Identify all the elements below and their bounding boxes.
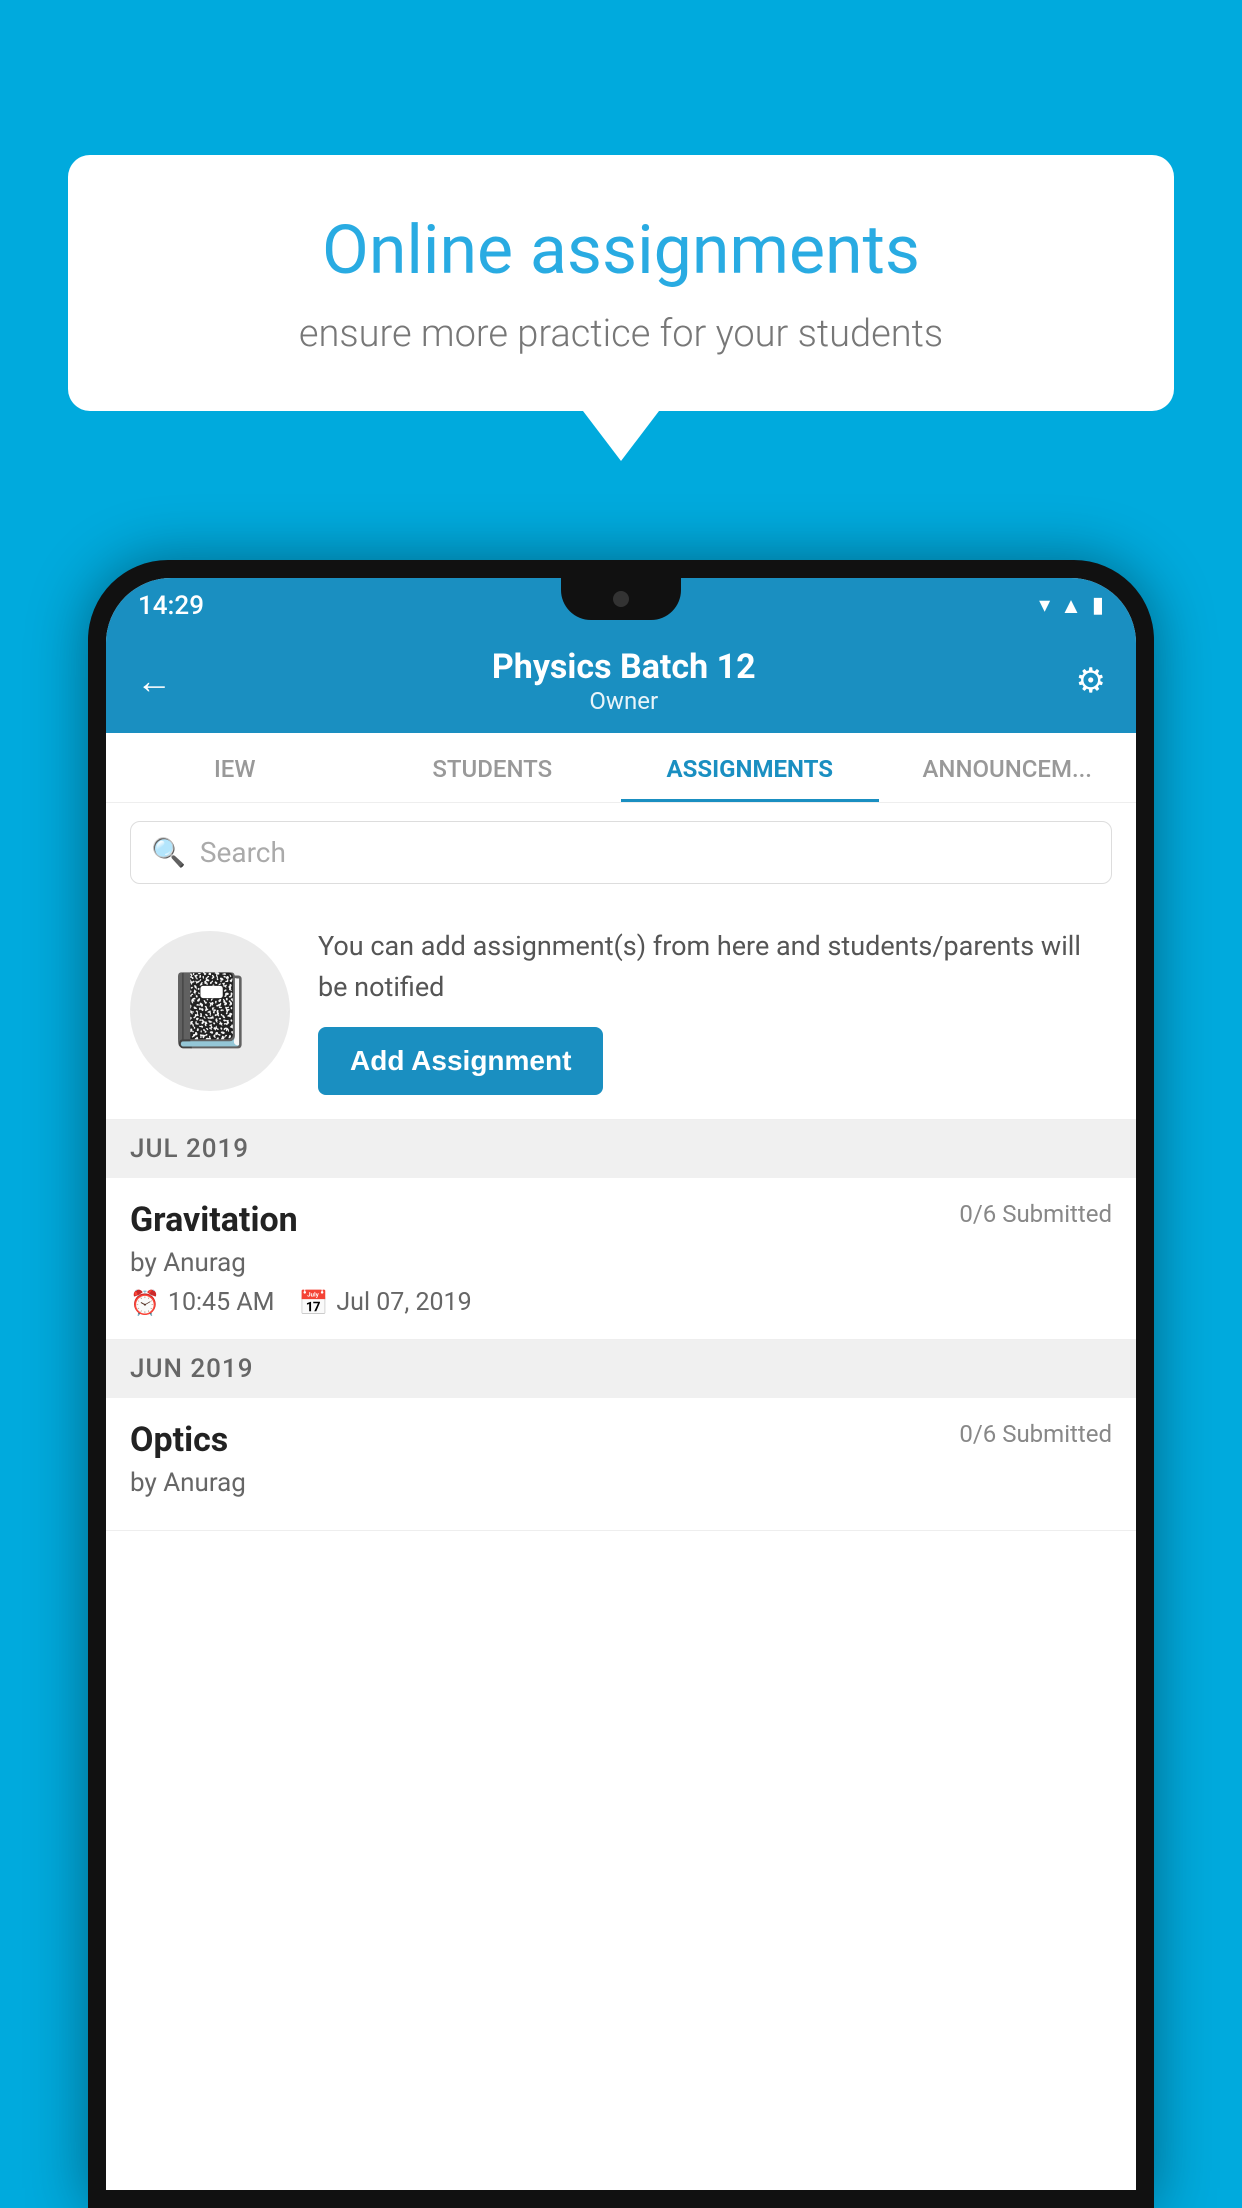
info-icon-circle: 📓 <box>130 931 290 1091</box>
search-container: 🔍 Search <box>106 803 1136 902</box>
section-label-jun: JUN 2019 <box>130 1354 253 1384</box>
settings-icon[interactable]: ⚙ <box>1076 661 1106 701</box>
phone-frame: 14:29 ▾ ▲ ▮ ← Physics Batch 12 Owner ⚙ I… <box>88 560 1154 2208</box>
section-label-jul: JUL 2019 <box>130 1134 249 1164</box>
assignment-author: by Anurag <box>130 1248 1112 1278</box>
tabs-bar: IEW STUDENTS ASSIGNMENTS ANNOUNCEM... <box>106 733 1136 803</box>
assignment-item-gravitation[interactable]: Gravitation 0/6 Submitted by Anurag ⏰ 10… <box>106 1178 1136 1340</box>
assignment-row-header-optics: Optics 0/6 Submitted <box>130 1420 1112 1460</box>
info-text-block: You can add assignment(s) from here and … <box>318 926 1112 1095</box>
add-assignment-button[interactable]: Add Assignment <box>318 1027 603 1095</box>
header-subtitle: Owner <box>492 687 756 715</box>
clock-icon: ⏰ <box>130 1289 160 1317</box>
app-header: ← Physics Batch 12 Owner ⚙ <box>106 633 1136 733</box>
phone-screen: 14:29 ▾ ▲ ▮ ← Physics Batch 12 Owner ⚙ I… <box>106 578 1136 2190</box>
speech-bubble-container: Online assignments ensure more practice … <box>68 155 1174 461</box>
assignment-submitted-optics: 0/6 Submitted <box>959 1420 1112 1448</box>
calendar-icon: 📅 <box>298 1289 328 1317</box>
status-bar: 14:29 ▾ ▲ ▮ <box>106 578 1136 633</box>
header-title-block: Physics Batch 12 Owner <box>492 647 756 715</box>
header-title: Physics Batch 12 <box>492 647 756 687</box>
speech-bubble-title: Online assignments <box>128 210 1114 292</box>
assignment-author-optics: by Anurag <box>130 1468 1112 1498</box>
assignment-item-optics[interactable]: Optics 0/6 Submitted by Anurag <box>106 1398 1136 1531</box>
camera-dot <box>613 591 629 607</box>
info-description: You can add assignment(s) from here and … <box>318 926 1112 1007</box>
back-button[interactable]: ← <box>136 660 172 702</box>
assignment-meta: ⏰ 10:45 AM 📅 Jul 07, 2019 <box>130 1288 1112 1317</box>
assignment-name: Gravitation <box>130 1200 298 1240</box>
search-icon: 🔍 <box>151 836 186 869</box>
section-header-jul: JUL 2019 <box>106 1120 1136 1178</box>
tab-announcements[interactable]: ANNOUNCEM... <box>879 733 1137 802</box>
status-icons: ▾ ▲ ▮ <box>1039 593 1104 619</box>
assignment-date: 📅 Jul 07, 2019 <box>298 1288 471 1317</box>
tab-assignments[interactable]: ASSIGNMENTS <box>621 733 879 802</box>
battery-icon: ▮ <box>1092 593 1104 618</box>
search-placeholder: Search <box>200 836 286 869</box>
status-time: 14:29 <box>138 591 204 621</box>
notebook-icon: 📓 <box>165 968 255 1053</box>
tab-iew[interactable]: IEW <box>106 733 364 802</box>
assignment-time: ⏰ 10:45 AM <box>130 1288 274 1317</box>
tab-students[interactable]: STUDENTS <box>364 733 622 802</box>
notch <box>561 578 681 620</box>
signal-icon: ▲ <box>1060 593 1082 619</box>
content-area: 🔍 Search 📓 You can add assignment(s) fro… <box>106 803 1136 2190</box>
info-panel: 📓 You can add assignment(s) from here an… <box>106 902 1136 1120</box>
speech-bubble-arrow <box>583 411 659 461</box>
assignment-submitted: 0/6 Submitted <box>959 1200 1112 1228</box>
assignment-name-optics: Optics <box>130 1420 228 1460</box>
wifi-icon: ▾ <box>1039 593 1050 618</box>
speech-bubble: Online assignments ensure more practice … <box>68 155 1174 411</box>
search-bar[interactable]: 🔍 Search <box>130 821 1112 884</box>
section-header-jun: JUN 2019 <box>106 1340 1136 1398</box>
assignment-row-header: Gravitation 0/6 Submitted <box>130 1200 1112 1240</box>
speech-bubble-subtitle: ensure more practice for your students <box>128 312 1114 356</box>
